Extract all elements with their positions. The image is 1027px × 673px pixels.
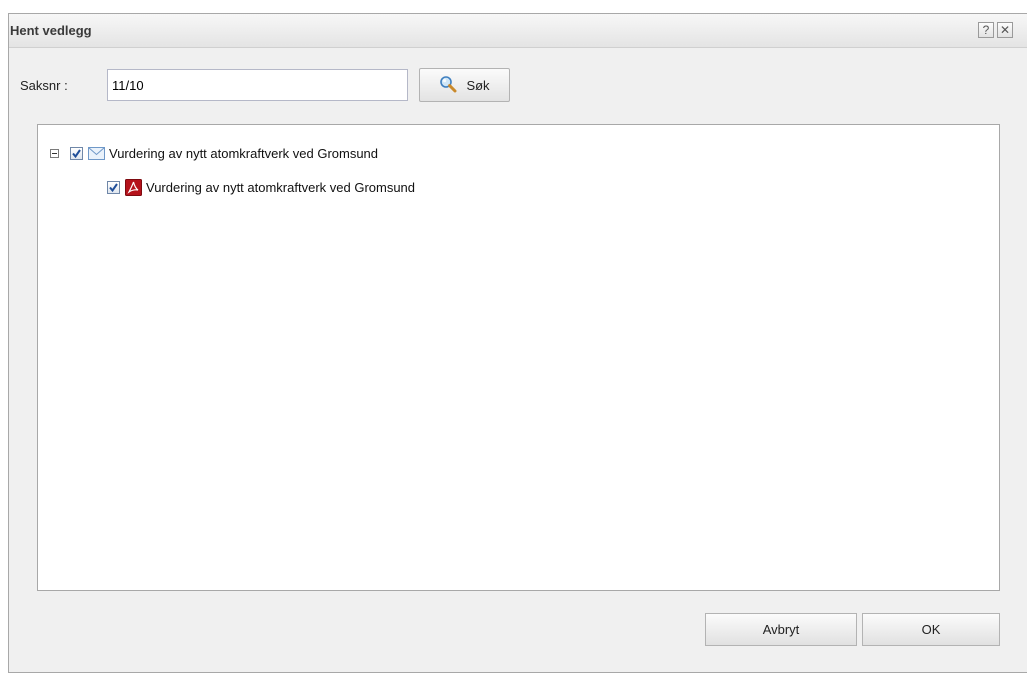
dialog-title: Hent vedlegg — [10, 23, 92, 38]
envelope-icon — [88, 145, 105, 161]
search-button[interactable]: Søk — [419, 68, 510, 102]
checkmark-icon — [72, 148, 81, 158]
close-icon[interactable]: ✕ — [997, 22, 1013, 38]
search-button-label: Søk — [466, 77, 490, 93]
tree-node-child-label: Vurdering av nytt atomkraftverk ved Grom… — [146, 179, 416, 195]
collapse-toggle-icon[interactable] — [50, 148, 59, 158]
magnifier-icon — [439, 75, 457, 96]
saksnr-label: Saksnr : — [20, 78, 68, 93]
dialog-titlebar[interactable]: Hent vedlegg ? ✕ — [9, 14, 1027, 48]
tree-node-child[interactable]: Vurdering av nytt atomkraftverk ved Grom… — [107, 176, 415, 198]
hent-vedlegg-dialog: Hent vedlegg ? ✕ Saksnr : Søk — [8, 13, 1027, 673]
ok-button[interactable]: OK — [862, 613, 1000, 646]
cancel-button[interactable]: Avbryt — [705, 613, 857, 646]
tree-node-parent-label: Vurdering av nytt atomkraftverk ved Grom… — [109, 145, 379, 161]
tree-node-child-checkbox[interactable] — [107, 180, 120, 194]
checkmark-icon — [109, 182, 118, 192]
tree-node-parent-checkbox[interactable] — [70, 146, 83, 160]
tree-node-parent[interactable]: Vurdering av nytt atomkraftverk ved Grom… — [50, 142, 378, 164]
help-icon[interactable]: ? — [978, 22, 994, 38]
pdf-icon — [125, 178, 142, 196]
saksnr-input[interactable] — [107, 69, 408, 101]
attachment-tree: Vurdering av nytt atomkraftverk ved Grom… — [37, 124, 1000, 591]
